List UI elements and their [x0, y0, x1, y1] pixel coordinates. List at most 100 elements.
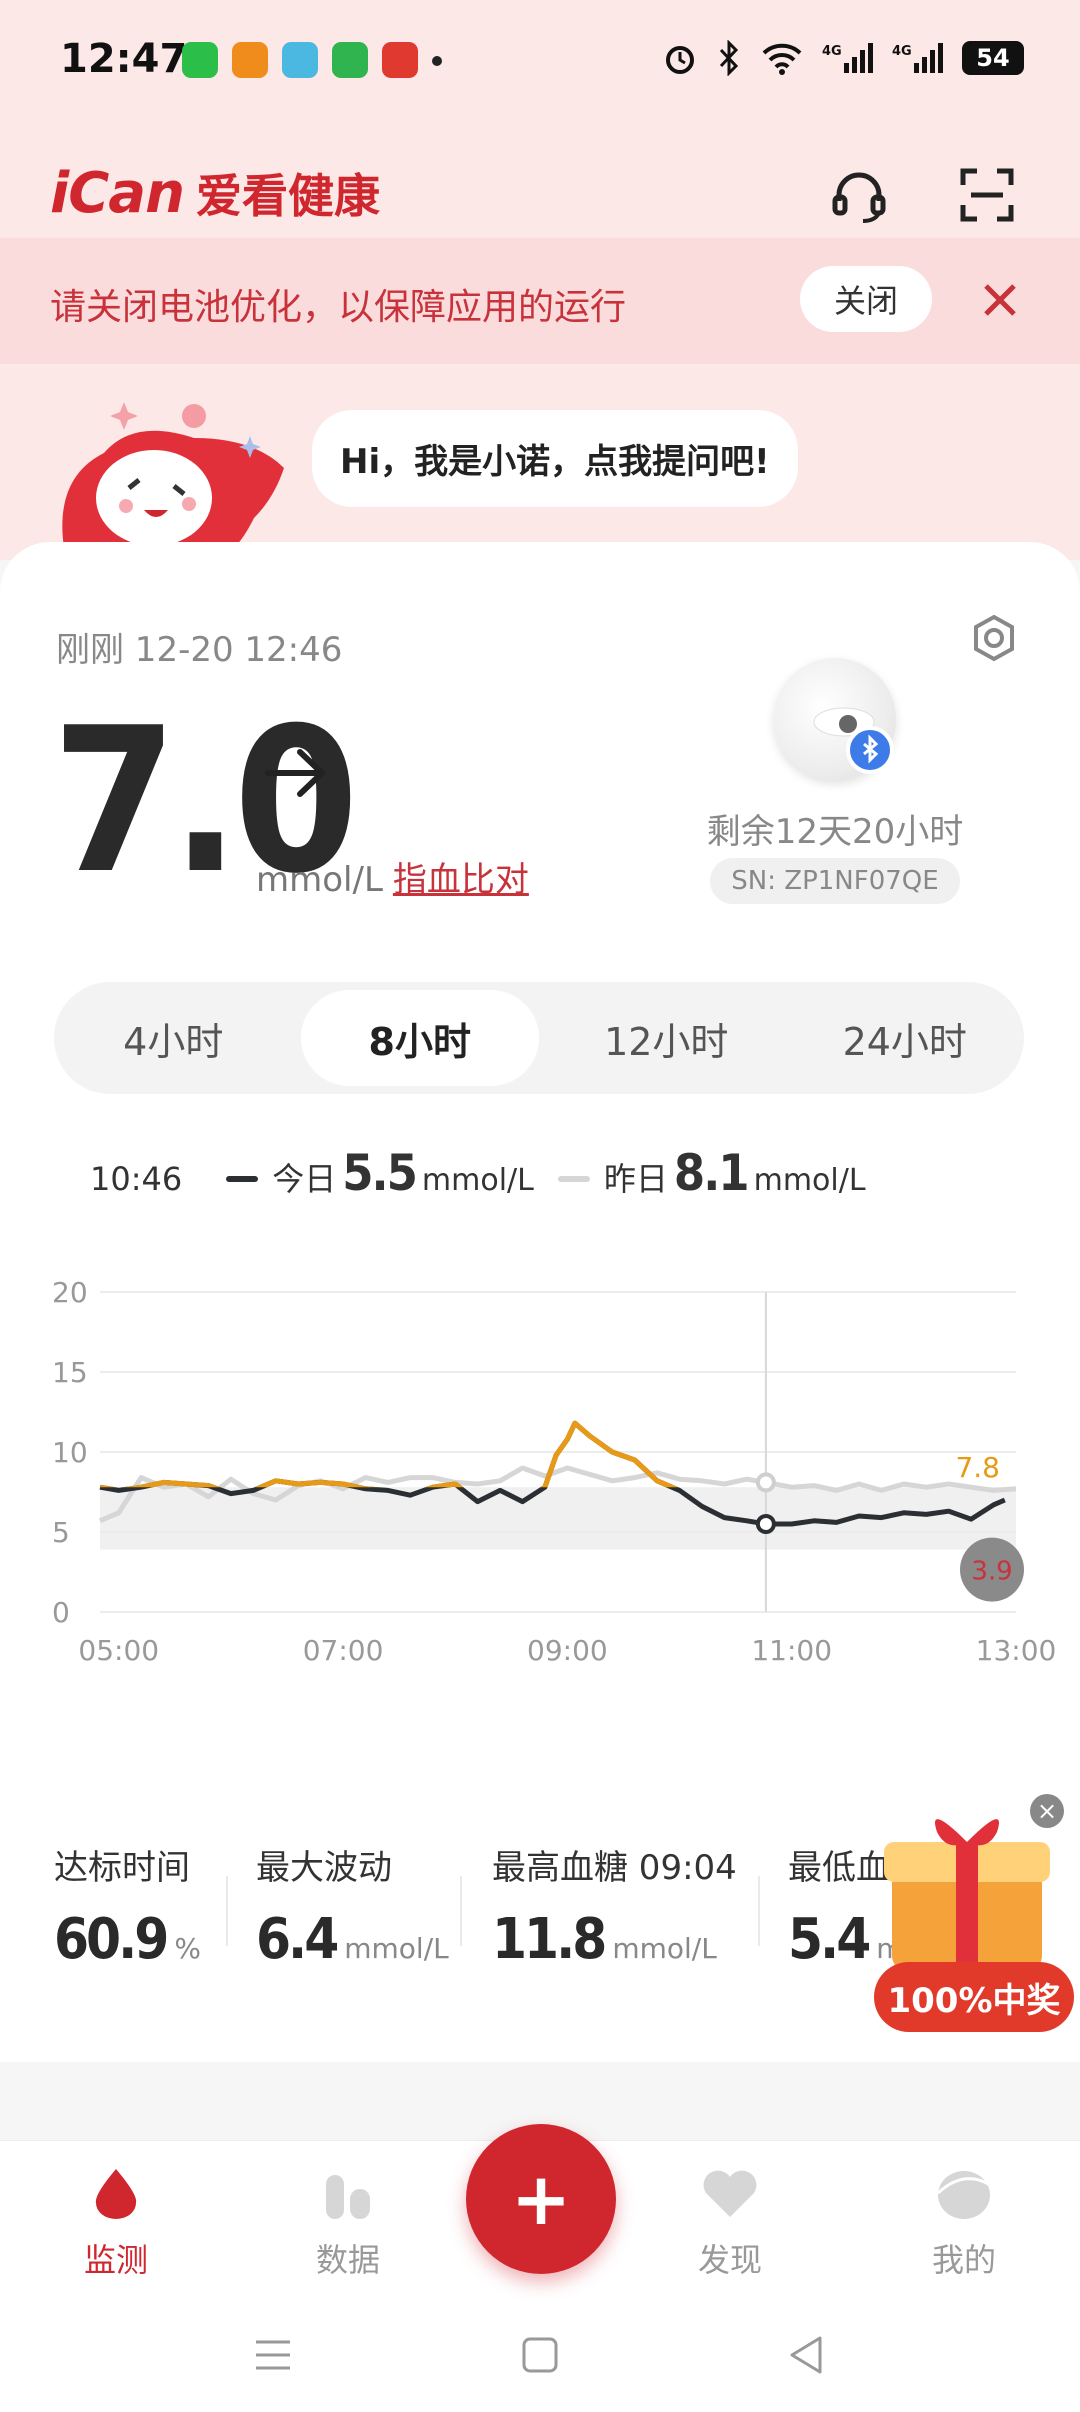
fingerstick-calibration-link[interactable]: 指血比对	[393, 860, 529, 900]
stat-label: 最高血糖 09:04	[492, 1848, 737, 1888]
legend-yesterday-unit: mmol/L	[753, 1163, 866, 1198]
chart-legend: 10:46 今日 5.5 mmol/L 昨日 8.1 mmol/L	[90, 1144, 890, 1202]
home-icon[interactable]	[515, 2330, 565, 2380]
add-record-button[interactable]: +	[466, 2124, 616, 2274]
status-indicators: 4G 4G 54	[662, 40, 1024, 76]
target-high-label: 7.8	[955, 1451, 1000, 1484]
legend-yesterday-value: 8.1	[673, 1144, 750, 1202]
app-notification-icon	[282, 42, 318, 78]
tab-8h[interactable]: 8小时	[300, 990, 539, 1086]
glucose-unit-row: mmol/L 指血比对	[256, 852, 529, 901]
battery-indicator: 54	[962, 41, 1024, 75]
signal-4g-icon: 4G	[822, 43, 873, 73]
settings-button[interactable]	[970, 614, 1018, 662]
bluetooth-status-icon	[846, 726, 894, 774]
x-tick-label: 05:00	[78, 1634, 159, 1667]
app-notification-icon	[232, 42, 268, 78]
stat-divider	[226, 1876, 228, 1946]
bluetooth-icon	[719, 40, 739, 76]
news-icon	[382, 42, 418, 78]
legend-today-value: 5.5	[342, 1144, 418, 1202]
y-tick-label: 20	[52, 1276, 88, 1309]
notice-text: 请关闭电池优化，以保障应用的运行	[50, 287, 627, 328]
y-tick-label: 0	[52, 1596, 70, 1629]
x-tick-label: 07:00	[303, 1634, 384, 1667]
stat-label: 达标时间	[54, 1848, 190, 1888]
cursor-today-point	[755, 1514, 776, 1534]
scan-icon	[960, 168, 1014, 222]
stat-label: 最大波动	[256, 1848, 392, 1888]
back-icon[interactable]	[782, 2330, 832, 2380]
system-navigation	[0, 2300, 1080, 2412]
signal-4g-icon: 4G	[892, 43, 943, 73]
range-tabs: 4小时 8小时 12小时 24小时	[54, 982, 1024, 1094]
mascot-avatar[interactable]	[44, 398, 294, 548]
tab-4h[interactable]: 4小时	[54, 982, 293, 1094]
message-icon	[332, 42, 368, 78]
status-bar: 12:47 4G 4G 54	[0, 30, 1080, 94]
stat-value: 6.4	[256, 1907, 339, 1972]
customer-service-button[interactable]	[824, 160, 894, 230]
promo-label[interactable]: 100%中奖	[874, 1962, 1074, 2032]
tab-12h[interactable]: 12小时	[547, 982, 786, 1094]
tab-24h[interactable]: 24小时	[786, 982, 1025, 1094]
legend-yesterday-label: 昨日	[603, 1160, 668, 1198]
glucose-unit: mmol/L	[256, 860, 383, 900]
sensor-remaining-time: 剩余12天20小时	[706, 812, 964, 852]
scan-button[interactable]	[952, 160, 1022, 230]
wechat-icon	[182, 42, 218, 78]
nav-label: 发现	[697, 2241, 762, 2279]
nav-label: 监测	[83, 2241, 148, 2279]
drop-icon	[95, 2169, 137, 2219]
nav-discover[interactable]: 发现	[650, 2165, 810, 2281]
today-swatch	[226, 1176, 259, 1182]
stat-unit: mmol/L	[612, 1932, 717, 1965]
stat-divider	[460, 1876, 462, 1946]
status-time: 12:47	[60, 36, 188, 82]
close-icon	[984, 284, 1016, 316]
stat-time-in-range: 达标时间 60.9%	[54, 1840, 201, 1972]
brand-logo: iCan	[50, 160, 185, 226]
stat-unit: %	[174, 1932, 201, 1965]
heart-icon	[703, 2170, 757, 2217]
wifi-icon	[762, 43, 802, 75]
target-low-label: 3.9	[971, 1557, 1012, 1587]
nav-monitor[interactable]: 监测	[36, 2165, 196, 2281]
svg-text:4G: 4G	[892, 44, 912, 59]
alarm-icon	[666, 46, 694, 74]
brand: iCan 爱看健康	[50, 160, 380, 226]
notification-icons	[182, 42, 442, 78]
svg-text:4G: 4G	[822, 44, 842, 59]
legend-today-unit: mmol/L	[421, 1163, 534, 1198]
nav-label: 数据	[315, 2241, 380, 2279]
stat-max-fluctuation: 最大波动 6.4 mmol/L	[256, 1840, 449, 1972]
sensor-serial: SN: ZP1NF07QE	[710, 858, 960, 904]
nav-data[interactable]: 数据	[268, 2165, 428, 2281]
stat-divider	[758, 1876, 760, 1946]
trend-arrow-icon	[265, 749, 327, 797]
stat-value: 5.4	[788, 1907, 871, 1972]
assistant-bubble[interactable]: Hi，我是小诺，点我提问吧!	[312, 410, 798, 507]
notice-dismiss-button[interactable]	[968, 268, 1032, 332]
nav-profile[interactable]: 我的	[884, 2165, 1044, 2281]
last-updated: 刚刚 12-20 12:46	[56, 630, 343, 670]
notice-close-button[interactable]: 关闭	[800, 266, 932, 332]
cursor-yesterday-point	[755, 1472, 776, 1493]
stat-value: 60.9	[54, 1907, 169, 1972]
yesterday-swatch	[557, 1176, 590, 1182]
menu-icon[interactable]	[248, 2330, 298, 2380]
glucose-chart[interactable]: 0 5 10 15 20 05:00 07:00 09:00 11:00 13:00 7.8 3.9	[0, 1222, 1080, 1762]
promo-close-button[interactable]: ×	[1030, 1794, 1064, 1828]
x-tick-label: 11:00	[751, 1634, 832, 1667]
profile-icon	[936, 2171, 991, 2219]
legend-today-label: 今日	[272, 1160, 337, 1198]
y-tick-label: 15	[52, 1356, 88, 1389]
nav-label: 我的	[931, 2241, 996, 2279]
stat-value: 11.8	[492, 1907, 607, 1972]
more-notifications-icon	[432, 56, 442, 66]
x-tick-label: 09:00	[527, 1634, 608, 1667]
y-tick-label: 5	[52, 1516, 70, 1549]
stat-highest-glucose: 最高血糖 09:04 11.8 mmol/L	[492, 1840, 737, 1972]
stat-unit: mmol/L	[344, 1932, 449, 1965]
x-tick-label: 13:00	[976, 1634, 1057, 1667]
